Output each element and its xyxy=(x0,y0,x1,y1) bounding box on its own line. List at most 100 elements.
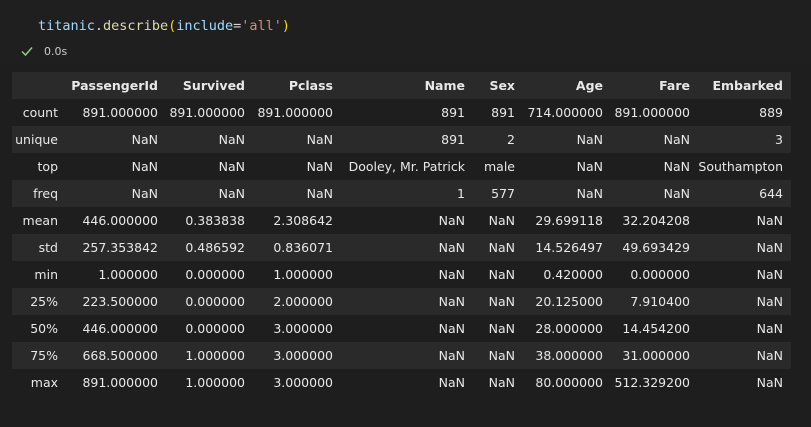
table-cell: 891 xyxy=(491,105,515,120)
table-cell: Southampton xyxy=(698,159,783,174)
table-row: freq NaN NaN NaN 1 577 NaN NaN 644 xyxy=(12,180,791,207)
code-variable: titanic xyxy=(38,18,95,34)
table-cell: 446.000000 xyxy=(82,321,158,336)
table-cell: NaN xyxy=(218,132,245,147)
table-cell: 512.329200 xyxy=(614,375,690,390)
table-cell: NaN xyxy=(756,321,783,336)
table-cell: 2 xyxy=(507,132,515,147)
table-cell: 714.000000 xyxy=(527,105,603,120)
table-cell: NaN xyxy=(131,186,158,201)
table-cell: 3.000000 xyxy=(273,321,333,336)
row-label: top xyxy=(37,159,58,174)
table-cell: 0.000000 xyxy=(185,294,245,309)
table-cell: 0.000000 xyxy=(185,267,245,282)
table-cell: NaN xyxy=(756,240,783,255)
column-header: Name xyxy=(424,78,465,93)
row-label: count xyxy=(22,105,58,120)
table-cell: male xyxy=(484,159,515,174)
table-cell: 0.000000 xyxy=(630,267,690,282)
table-cell: 668.500000 xyxy=(82,348,158,363)
table-cell: 7.910400 xyxy=(630,294,690,309)
code-close-paren: ) xyxy=(281,18,291,34)
table-cell: NaN xyxy=(756,267,783,282)
table-header: PassengerId Survived Pclass Name Sex Age Fare E… xyxy=(12,72,791,99)
table-cell: NaN xyxy=(756,348,783,363)
column-header: Embarked xyxy=(712,78,783,93)
table-cell: 891.000000 xyxy=(614,105,690,120)
execution-duration: 0.0s xyxy=(44,44,68,58)
row-label: max xyxy=(30,375,58,390)
table-row: 25% 223.500000 0.000000 2.000000 NaN NaN 20.12… xyxy=(12,288,791,315)
code-cell[interactable]: titanic.describe(include='all') 0.0s xyxy=(0,0,811,64)
column-header: Age xyxy=(575,78,603,93)
table-cell: NaN xyxy=(131,132,158,147)
table-cell: NaN xyxy=(663,186,690,201)
table-cell: NaN xyxy=(438,240,465,255)
table-cell: NaN xyxy=(488,375,515,390)
code-line[interactable]: titanic.describe(include='all') xyxy=(38,16,290,36)
table-row: std 257.353842 0.486592 0.836071 NaN NaN 14.52… xyxy=(12,234,791,261)
table-cell: 2.308642 xyxy=(273,213,333,228)
table-cell: 889 xyxy=(759,105,783,120)
column-header: Fare xyxy=(659,78,690,93)
code-function: describe xyxy=(103,18,169,34)
table-cell: 49.693429 xyxy=(622,240,690,255)
code-open-paren: ( xyxy=(168,18,177,34)
row-label: 75% xyxy=(30,348,58,363)
table-cell: 14.454200 xyxy=(622,321,690,336)
table-cell: NaN xyxy=(576,186,603,201)
table-cell: 891.000000 xyxy=(82,105,158,120)
table-cell: 891 xyxy=(441,132,465,147)
header-row: PassengerId Survived Pclass Name Sex Age Fare E… xyxy=(12,72,791,99)
table-row: 75% 668.500000 1.000000 3.000000 NaN NaN 38.00… xyxy=(12,342,791,369)
table-cell: 38.000000 xyxy=(535,348,603,363)
code-dot: . xyxy=(94,18,104,34)
table-cell: NaN xyxy=(438,267,465,282)
table-cell: NaN xyxy=(488,294,515,309)
row-label: 50% xyxy=(30,321,58,336)
table-cell: 32.204208 xyxy=(622,213,690,228)
column-header: Survived xyxy=(182,78,245,93)
column-header: Sex xyxy=(489,78,515,93)
table-cell: Dooley, Mr. Patrick xyxy=(348,159,465,174)
code-parameter: include xyxy=(176,18,234,34)
table-cell: NaN xyxy=(306,132,333,147)
row-label: 25% xyxy=(30,294,58,309)
table-cell: NaN xyxy=(438,294,465,309)
table-cell: 20.125000 xyxy=(535,294,603,309)
table-cell: 31.000000 xyxy=(622,348,690,363)
table-cell: 0.836071 xyxy=(273,240,333,255)
table-cell: 891 xyxy=(441,105,465,120)
table-cell: 0.486592 xyxy=(185,240,245,255)
table-cell: 223.500000 xyxy=(82,294,158,309)
table-cell: 3.000000 xyxy=(273,348,333,363)
column-header: PassengerId xyxy=(71,78,158,93)
table-cell: NaN xyxy=(756,375,783,390)
table-cell: NaN xyxy=(488,321,515,336)
row-label: mean xyxy=(22,213,58,228)
table-cell: 891.000000 xyxy=(82,375,158,390)
table-cell: 1.000000 xyxy=(185,348,245,363)
table-row: unique NaN NaN NaN 891 2 NaN NaN 3 xyxy=(12,126,791,153)
table-cell: 2.000000 xyxy=(273,294,333,309)
table-cell: 891.000000 xyxy=(257,105,333,120)
table-cell: NaN xyxy=(438,375,465,390)
table-cell: 577 xyxy=(491,186,515,201)
table-cell: NaN xyxy=(488,348,515,363)
table-cell: 80.000000 xyxy=(535,375,603,390)
table-cell: 28.000000 xyxy=(535,321,603,336)
table-cell: NaN xyxy=(488,267,515,282)
table-cell: NaN xyxy=(306,186,333,201)
table-cell: 1.000000 xyxy=(98,267,158,282)
table-cell: NaN xyxy=(663,132,690,147)
table-cell: 257.353842 xyxy=(82,240,158,255)
table-row: 50% 446.000000 0.000000 3.000000 NaN NaN 28.00… xyxy=(12,315,791,342)
table-cell: NaN xyxy=(306,159,333,174)
execution-status: 0.0s xyxy=(20,42,67,60)
table-cell: NaN xyxy=(576,159,603,174)
table-cell: NaN xyxy=(218,186,245,201)
table-row: count 891.000000 891.000000 891.000000 891 89… xyxy=(12,99,791,126)
column-header: Pclass xyxy=(288,78,333,93)
row-label: min xyxy=(34,267,58,282)
dataframe-table: PassengerId Survived Pclass Name Sex Age Fare E… xyxy=(12,72,791,396)
